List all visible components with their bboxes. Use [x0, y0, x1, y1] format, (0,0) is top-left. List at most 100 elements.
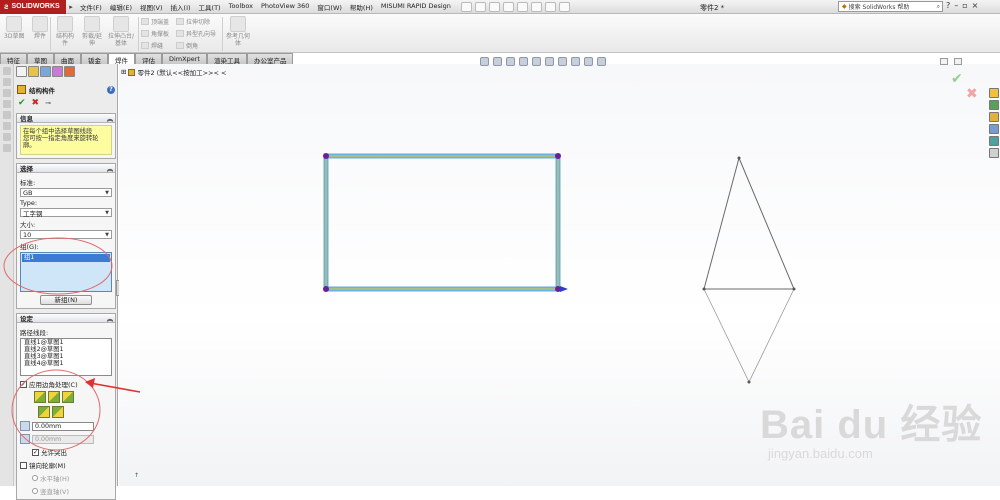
- menu-toolbox[interactable]: Toolbox: [225, 2, 257, 12]
- butt-2-icon[interactable]: [52, 406, 64, 418]
- select-icon[interactable]: [530, 1, 542, 12]
- search-icon[interactable]: ⌕: [937, 3, 940, 11]
- strip-icon[interactable]: [3, 78, 11, 86]
- flyout-feature-tree[interactable]: ⊞ 零件2 (默认<<按加工>>< <: [121, 67, 226, 77]
- path-segments-list[interactable]: 直线1@草图1 直线2@草图1 直线3@草图1 直线4@草图1: [20, 338, 112, 376]
- display-manager-tab-icon[interactable]: [64, 66, 75, 77]
- end-miter-icon[interactable]: [48, 391, 60, 403]
- help-search-input[interactable]: ◆ 搜索 SolidWorks 帮助 ⌕: [838, 1, 943, 12]
- options-icon[interactable]: [558, 1, 570, 12]
- mirror-profile-checkbox[interactable]: [20, 461, 27, 469]
- pin-icon[interactable]: ⊸: [45, 99, 51, 107]
- help-icon[interactable]: ?: [946, 1, 950, 10]
- restore-icon[interactable]: ▫: [962, 1, 967, 10]
- scene-icon[interactable]: [584, 57, 593, 66]
- menu-misumi[interactable]: MISUMI RAPID Design: [377, 2, 455, 12]
- groups-list[interactable]: 组1: [20, 252, 112, 292]
- custom-properties-icon[interactable]: [989, 148, 999, 158]
- confirm-ok-check-icon[interactable]: ✔: [951, 71, 963, 87]
- info-group-header[interactable]: 信息 ︽: [17, 114, 115, 123]
- rebuild-icon[interactable]: [544, 1, 556, 12]
- ok-check-icon[interactable]: ✔: [18, 98, 26, 108]
- end-cap-button[interactable]: 顶端盖: [141, 17, 169, 26]
- menu-help[interactable]: 帮助(H): [346, 2, 377, 12]
- reference-geometry-button[interactable]: 参考几何体: [226, 16, 250, 47]
- collapse-icon[interactable]: ︽: [107, 314, 113, 323]
- undo-icon[interactable]: [516, 1, 528, 12]
- fillet-bead-button[interactable]: 焊缝: [141, 41, 163, 50]
- resources-icon[interactable]: [989, 88, 999, 98]
- strip-icon[interactable]: [3, 144, 11, 152]
- strip-icon[interactable]: [3, 133, 11, 141]
- menu-file[interactable]: 文件(F): [76, 2, 106, 12]
- viewport-restore-icon[interactable]: [940, 58, 948, 65]
- strip-icon[interactable]: [3, 67, 11, 75]
- size-select[interactable]: 10 ▼: [20, 230, 112, 239]
- tab-sheet-metal[interactable]: 钣金: [81, 53, 108, 65]
- menu-edit[interactable]: 编辑(E): [106, 2, 136, 12]
- section-view-icon[interactable]: [519, 57, 528, 66]
- collapse-icon[interactable]: ︽: [107, 114, 113, 123]
- strip-icon[interactable]: [3, 100, 11, 108]
- tab-office-products[interactable]: 办公室产品: [246, 53, 294, 65]
- sketch-3d-button[interactable]: 3D草图: [4, 16, 24, 40]
- tab-evaluate[interactable]: 评估: [135, 53, 162, 65]
- dimxpert-manager-tab-icon[interactable]: [52, 66, 63, 77]
- configuration-manager-tab-icon[interactable]: [40, 66, 51, 77]
- hole-wizard-button[interactable]: 异型孔向导: [176, 29, 216, 38]
- display-style-icon[interactable]: [545, 57, 554, 66]
- tab-weldments[interactable]: 焊件: [108, 53, 135, 65]
- tab-render-tools[interactable]: 渲染工具: [206, 53, 247, 65]
- menu-window[interactable]: 窗口(W): [313, 2, 346, 12]
- apply-corner-checkbox[interactable]: ✓: [20, 380, 27, 388]
- expand-icon[interactable]: ⊞: [121, 68, 126, 76]
- view-settings-icon[interactable]: [597, 57, 606, 66]
- selection-group-header[interactable]: 选择 ︽: [17, 164, 115, 173]
- vertical-axis-radio[interactable]: [32, 488, 38, 494]
- tab-sketch[interactable]: 草图: [27, 53, 54, 65]
- menu-tools[interactable]: 工具(T): [195, 2, 225, 12]
- confirm-cancel-x-icon[interactable]: ✖: [966, 86, 978, 102]
- view-orientation-icon[interactable]: [532, 57, 541, 66]
- minimize-icon[interactable]: –: [954, 1, 958, 10]
- menu-view[interactable]: 视图(V): [136, 2, 167, 12]
- weldment-button[interactable]: 焊件: [32, 16, 48, 40]
- list-item[interactable]: 直线3@草图1: [21, 353, 111, 360]
- viewport-maximize-icon[interactable]: [954, 58, 962, 65]
- menu-photoview[interactable]: PhotoView 360: [257, 2, 313, 12]
- structural-member-button[interactable]: 结构构件: [54, 16, 76, 47]
- new-icon[interactable]: [460, 1, 472, 12]
- file-explorer-icon[interactable]: [989, 112, 999, 122]
- print-icon[interactable]: [502, 1, 514, 12]
- design-library-icon[interactable]: [989, 100, 999, 110]
- tab-features[interactable]: 特征: [0, 53, 27, 65]
- gap-input-disabled[interactable]: 0.00mm: [32, 434, 94, 444]
- horizontal-axis-radio[interactable]: [32, 475, 38, 481]
- expand-menu-icon[interactable]: ▸: [66, 0, 76, 14]
- list-item[interactable]: 直线1@草图1: [21, 339, 111, 346]
- new-group-button[interactable]: 新组(N): [40, 295, 92, 305]
- save-icon[interactable]: [488, 1, 500, 12]
- end-trim-icon[interactable]: [34, 391, 46, 403]
- group-list-item[interactable]: 组1: [22, 254, 110, 262]
- property-manager-tab-icon[interactable]: [28, 66, 39, 77]
- list-item[interactable]: 直线4@草图1: [21, 360, 111, 367]
- view-palette-icon[interactable]: [989, 124, 999, 134]
- hide-show-icon[interactable]: [558, 57, 567, 66]
- gusset-button[interactable]: 角撑板: [141, 29, 169, 38]
- cancel-x-icon[interactable]: ✖: [32, 98, 40, 108]
- extruded-cut-button[interactable]: 拉伸切除: [176, 17, 210, 26]
- collapse-icon[interactable]: ︽: [107, 164, 113, 173]
- butt-1-icon[interactable]: [38, 406, 50, 418]
- extrude-boss-button[interactable]: 拉伸凸台/基体: [106, 16, 136, 47]
- close-icon[interactable]: ×: [972, 1, 979, 10]
- menu-insert[interactable]: 插入(I): [167, 2, 195, 12]
- end-butt-icon[interactable]: [62, 391, 74, 403]
- previous-view-icon[interactable]: [506, 57, 515, 66]
- strip-icon[interactable]: [3, 122, 11, 130]
- settings-group-header[interactable]: 设定 ︽: [17, 314, 115, 323]
- solidworks-logo[interactable]: ƨ SOLIDWORKS: [0, 0, 66, 14]
- appearance-icon[interactable]: [571, 57, 580, 66]
- gap-input[interactable]: 0.00mm: [32, 421, 94, 431]
- tab-surfaces[interactable]: 曲面: [54, 53, 81, 65]
